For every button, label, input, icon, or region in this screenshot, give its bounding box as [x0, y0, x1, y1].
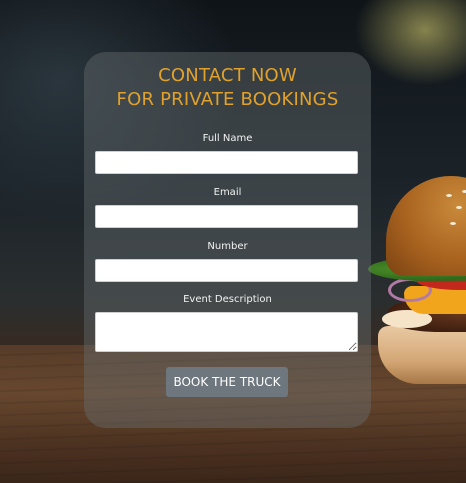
full-name-label: Full Name: [202, 133, 253, 144]
number-input[interactable]: [95, 259, 358, 282]
book-the-truck-button[interactable]: BOOK THE TRUCK: [166, 367, 288, 397]
sesame-seed: [446, 194, 452, 197]
full-name-input[interactable]: [95, 151, 358, 174]
burger-bottom-bun: [378, 326, 466, 384]
sesame-seed: [456, 206, 462, 209]
email-label: Email: [213, 187, 242, 198]
number-label: Number: [207, 241, 248, 252]
burger-top-bun: [386, 176, 466, 276]
form-title-line1: CONTACT NOW: [158, 65, 297, 86]
private-booking-form: CONTACT NOW FOR PRIVATE BOOKINGS Full Na…: [84, 52, 371, 428]
sesame-seed: [462, 190, 466, 193]
email-input[interactable]: [95, 205, 358, 228]
event-description-label: Event Description: [183, 294, 272, 305]
sesame-seed: [450, 222, 456, 225]
event-description-textarea[interactable]: [95, 312, 358, 352]
form-title-line2: FOR PRIVATE BOOKINGS: [116, 89, 339, 110]
burger-image: [368, 170, 466, 390]
